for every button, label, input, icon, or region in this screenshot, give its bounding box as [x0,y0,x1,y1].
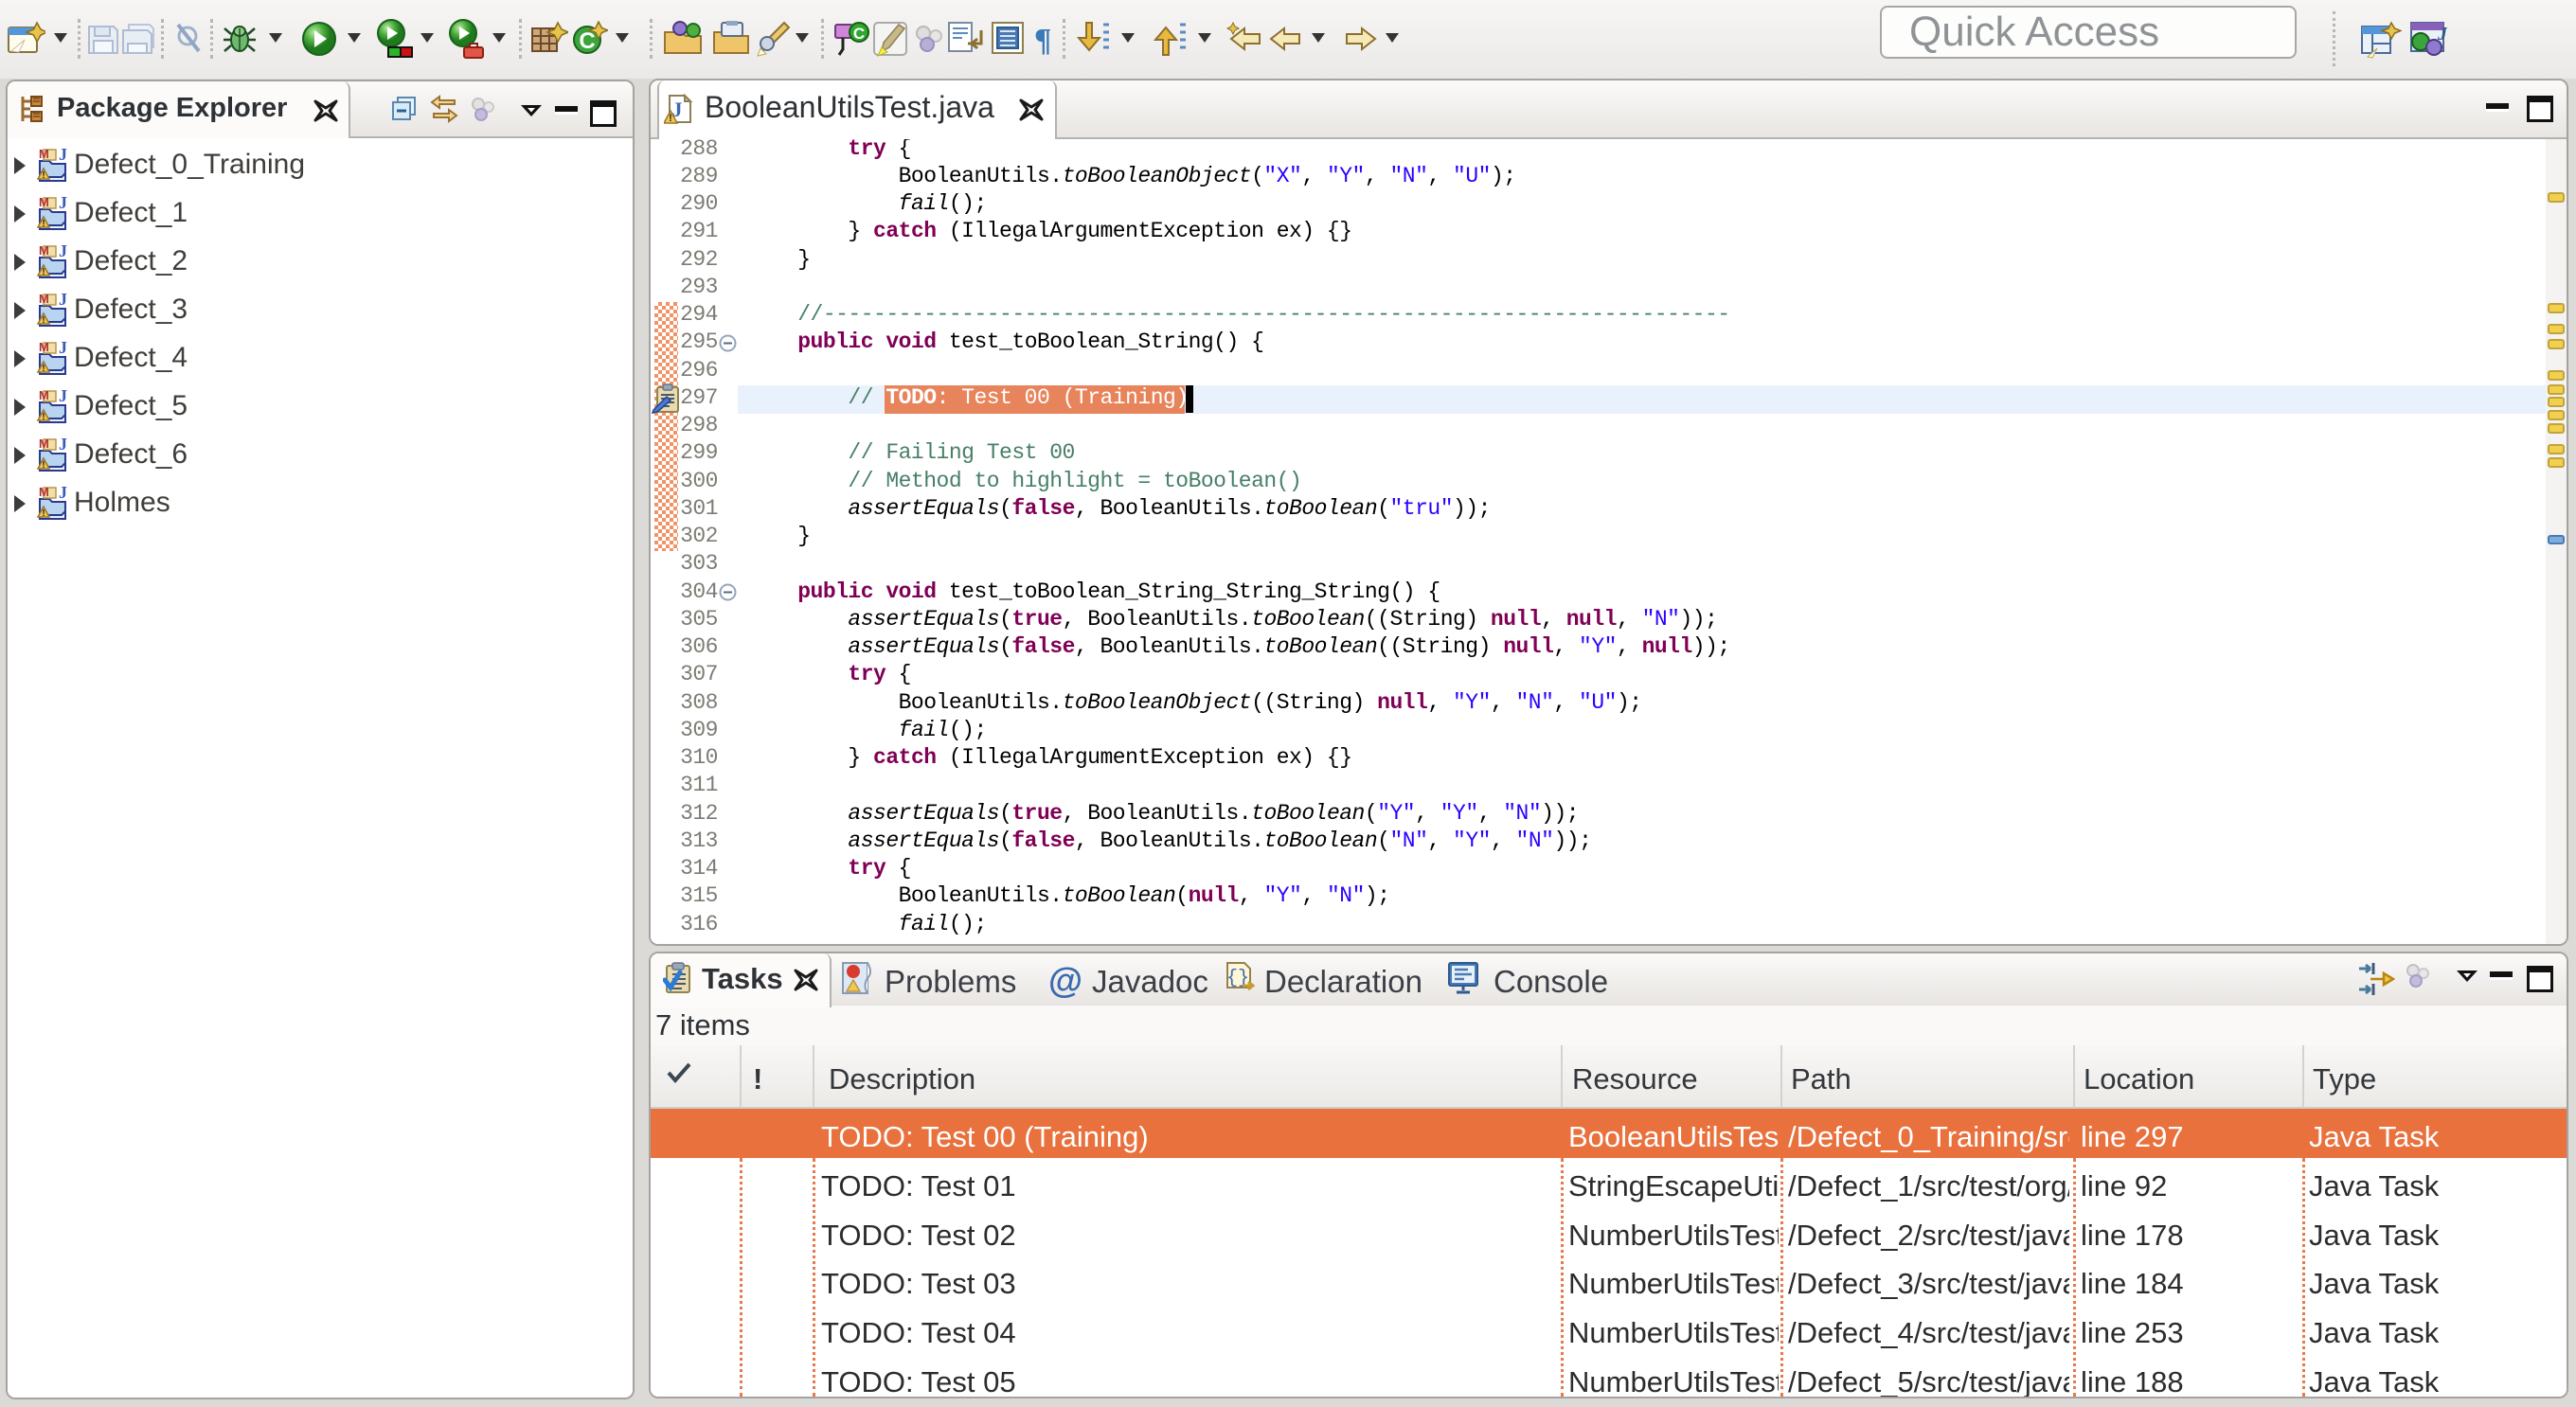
svg-text:!: ! [669,113,672,124]
svg-text:C: C [853,25,865,43]
svg-text:J: J [2437,24,2447,45]
